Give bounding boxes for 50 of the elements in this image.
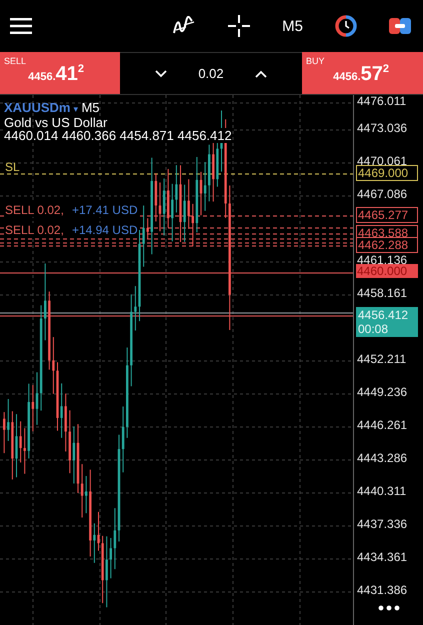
price-tick: 4470.061	[357, 154, 408, 168]
price-tick: 4467.086	[357, 187, 408, 201]
decrease-icon[interactable]	[155, 70, 168, 78]
price-tick: 4437.336	[357, 517, 408, 531]
price-tick: 4449.236	[357, 385, 408, 399]
trade-side: SELL 0.02,	[5, 203, 64, 217]
more-icon[interactable]	[378, 605, 400, 611]
candle	[24, 428, 26, 474]
price-tick: 4443.286	[357, 451, 408, 465]
increase-icon[interactable]	[254, 70, 267, 78]
chart-timeframe: M5	[81, 101, 100, 114]
price-tick: 4452.211	[357, 352, 406, 366]
candle	[64, 393, 67, 452]
price-marker: 4456.412 00:08	[356, 307, 418, 337]
ohlc-values: 4460.014 4460.366 4454.871 4456.412	[4, 128, 232, 143]
candle	[68, 410, 71, 474]
symbol-description: Gold vs US Dollar	[4, 116, 108, 129]
trade-profit: +14.94 USD	[72, 223, 138, 237]
candle	[171, 183, 174, 242]
candle	[85, 476, 88, 514]
sell-button[interactable]: SELL 4456.41$^{2}$	[0, 52, 120, 94]
clock-icon[interactable]	[335, 15, 357, 37]
timeframe-button[interactable]: M5	[282, 18, 303, 34]
buy-button[interactable]: BUY 4456.57$^{2}$	[302, 52, 423, 94]
volume-value: 0.02	[198, 66, 224, 81]
price-marker: 4462.288	[356, 237, 418, 253]
price-tick: 4434.361	[357, 550, 408, 564]
indicator-icon[interactable]	[172, 16, 196, 36]
candle	[7, 398, 10, 442]
price-tick: 4461.136	[357, 253, 408, 267]
price-tick: 4440.311	[357, 484, 406, 498]
crosshair-icon[interactable]	[228, 15, 250, 37]
price-tick: 4431.386	[357, 583, 408, 597]
caret-icon[interactable]: ▾	[73, 103, 78, 116]
candle	[208, 144, 210, 202]
price-marker: 4460.000	[356, 264, 418, 278]
symbol-name[interactable]: XAUUSDm	[4, 101, 70, 114]
price-marker: 4469.000	[356, 165, 418, 181]
menu-icon[interactable]	[10, 18, 32, 34]
price-tick: 4473.036	[357, 121, 408, 135]
price-tick: 4446.261	[357, 418, 408, 432]
trade-side: SELL 0.02,	[5, 223, 64, 237]
candle	[3, 412, 6, 454]
trade-icon[interactable]	[389, 17, 411, 35]
price-marker: 4465.277	[356, 207, 418, 223]
price-tick: 4476.011	[357, 95, 406, 108]
candle	[110, 537, 112, 579]
stop-loss-label: SL	[5, 160, 20, 174]
trade-profit: +17.41 USD	[72, 203, 138, 217]
price-tick: 4458.161	[357, 286, 408, 300]
